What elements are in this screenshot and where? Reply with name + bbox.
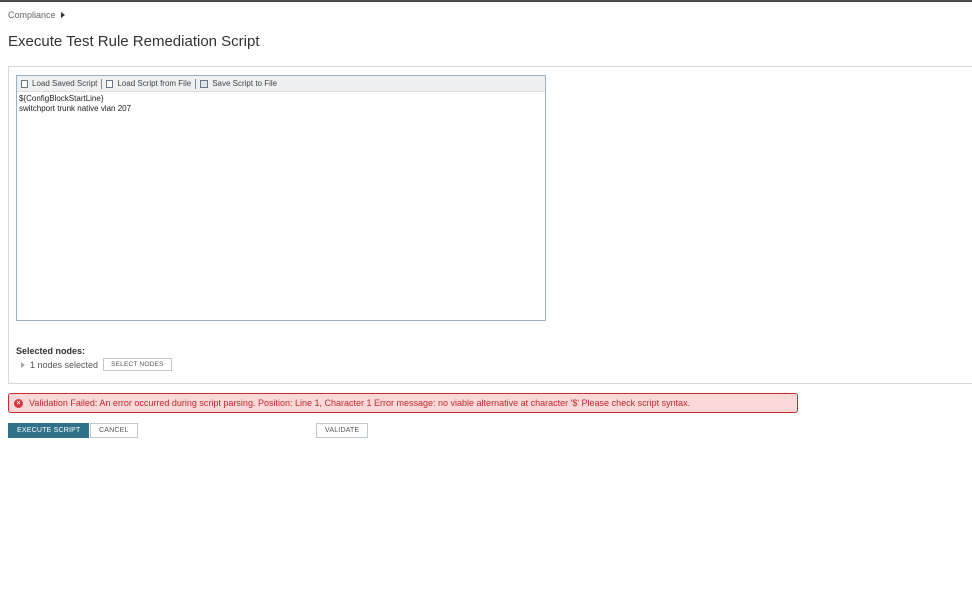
selected-nodes-label: Selected nodes: (16, 346, 86, 356)
toolbar-separator (101, 78, 103, 89)
document-icon (21, 79, 28, 88)
save-script-to-file-label: Save Script to File (212, 79, 278, 88)
load-script-from-file-label: Load Script from File (117, 79, 192, 88)
script-editor[interactable]: Load Saved Script Load Script from File … (16, 75, 546, 321)
execute-script-button[interactable]: EXECUTE SCRIPT (8, 423, 90, 438)
validation-error-banner: × Validation Failed: An error occurred d… (8, 393, 798, 413)
breadcrumb-compliance[interactable]: Compliance (8, 10, 56, 20)
load-saved-script-button[interactable]: Load Saved Script (21, 79, 97, 88)
editor-toolbar: Load Saved Script Load Script from File … (17, 76, 545, 92)
selected-nodes-row: 1 nodes selected SELECT NODES (21, 358, 172, 371)
load-saved-script-label: Load Saved Script (32, 79, 98, 88)
save-script-to-file-button[interactable]: Save Script to File (200, 79, 277, 88)
select-nodes-button[interactable]: SELECT NODES (103, 358, 172, 371)
toolbar-separator (195, 78, 197, 89)
validate-button[interactable]: VALIDATE (316, 423, 369, 438)
script-line: ${ConfigBlockStartLine} (19, 94, 104, 103)
validation-error-message: Validation Failed: An error occurred dur… (29, 398, 691, 408)
breadcrumb-arrow-icon[interactable] (60, 12, 65, 18)
cancel-button[interactable]: CANCEL (90, 423, 138, 438)
page-title: Execute Test Rule Remediation Script (8, 33, 260, 50)
save-disk-icon (200, 79, 209, 88)
load-script-from-file-button[interactable]: Load Script from File (106, 79, 191, 88)
script-line: switchport trunk native vlan 207 (19, 104, 132, 113)
script-text-area[interactable]: ${ConfigBlockStartLine} switchport trunk… (17, 92, 545, 116)
top-rule (0, 0, 972, 2)
file-open-icon (106, 79, 114, 88)
expand-caret-icon[interactable] (21, 361, 25, 368)
error-circle-icon: × (14, 398, 23, 408)
breadcrumb: Compliance (8, 10, 65, 20)
nodes-selected-count: 1 nodes selected (30, 359, 99, 370)
